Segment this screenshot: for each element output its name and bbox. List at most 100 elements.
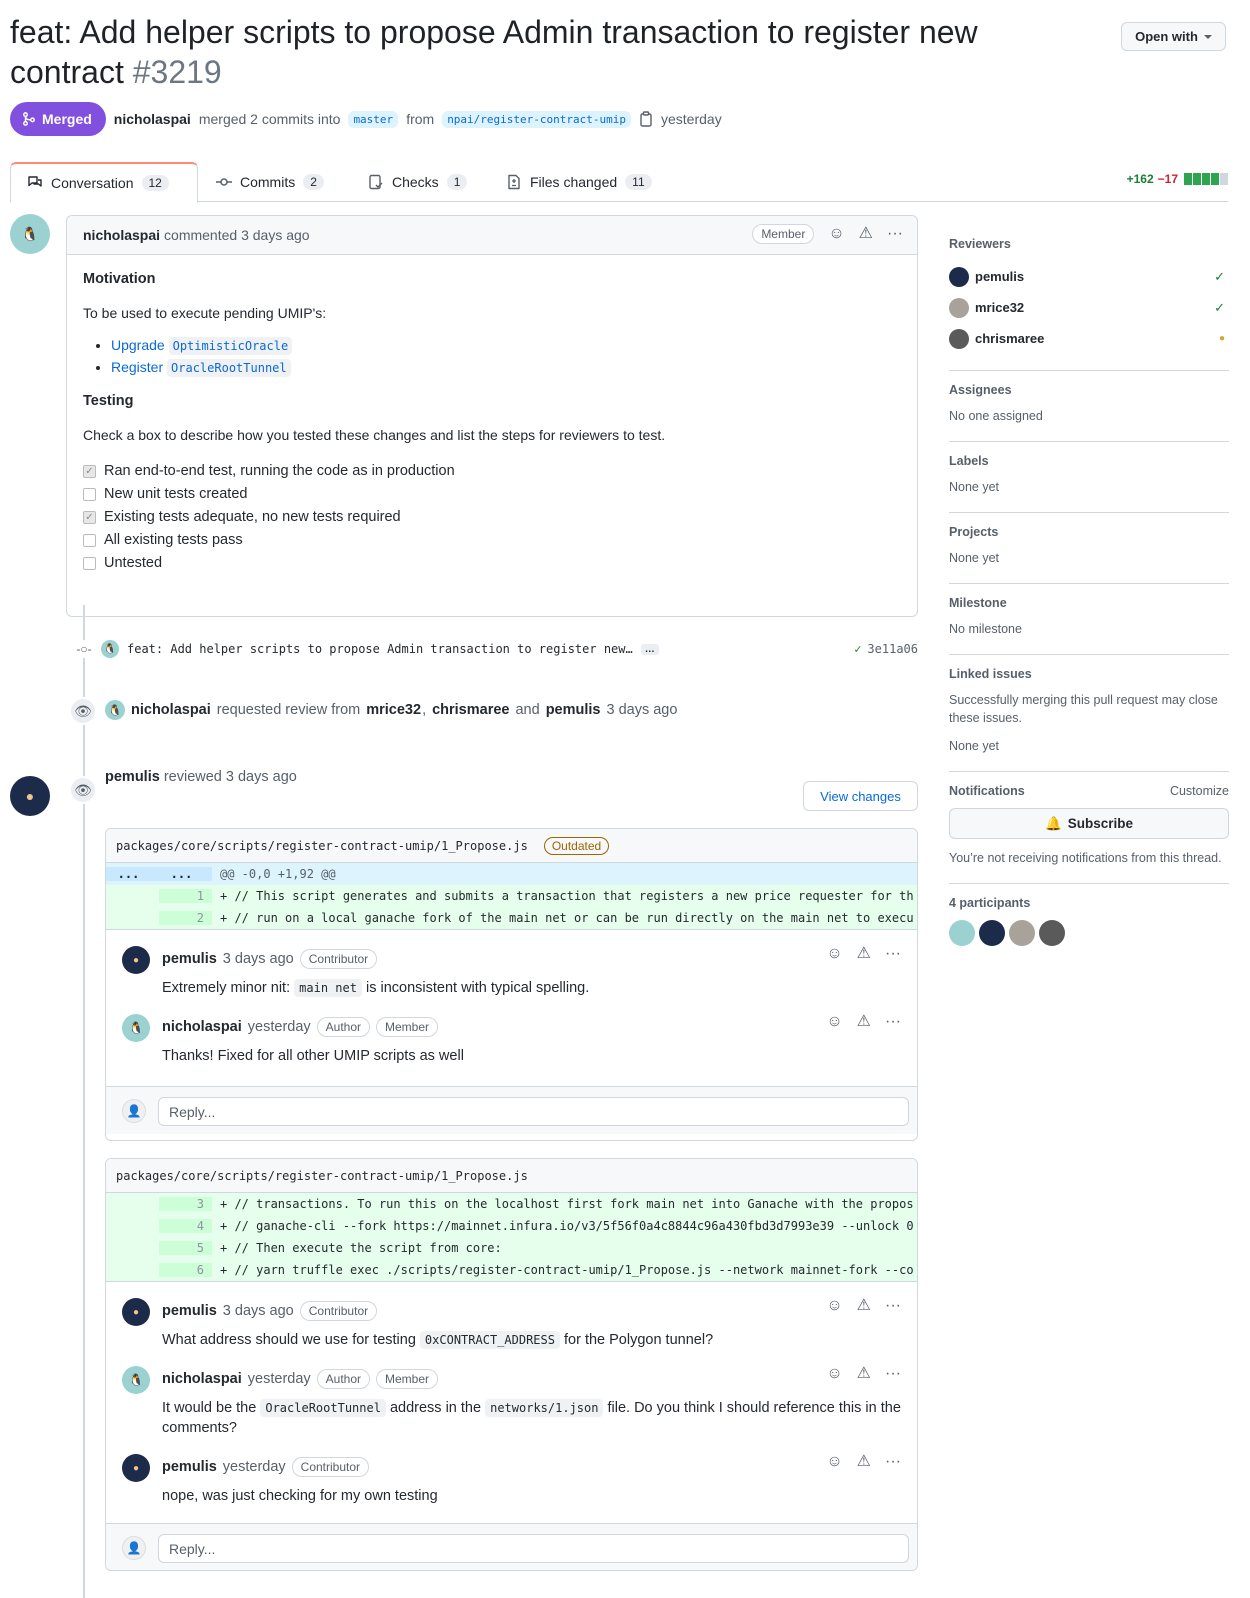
expand-up-button[interactable]: ... (106, 867, 159, 881)
file-path[interactable]: packages/core/scripts/register-contract-… (116, 1169, 528, 1183)
kebab-horizontal-icon[interactable]: ··· (887, 226, 903, 242)
line-number[interactable]: 1 (159, 889, 212, 903)
link-upgrade[interactable]: Upgrade (111, 337, 165, 353)
reviewer-link[interactable]: mrice32 (366, 702, 421, 718)
checkbox-checked[interactable]: ✓ (83, 510, 96, 524)
comment-author[interactable]: nicholaspai (162, 1371, 242, 1387)
tab-label: Commits (240, 174, 296, 190)
comment-author[interactable]: nicholaspai (83, 227, 160, 243)
alert-icon[interactable]: ⚠ (857, 1454, 871, 1470)
tab-conversation[interactable]: Conversation 12 (10, 162, 198, 203)
smiley-icon[interactable]: ☺ (826, 946, 842, 962)
line-number[interactable]: 5 (159, 1241, 212, 1255)
comment-author[interactable]: pemulis (162, 1303, 217, 1319)
avatar-pemulis[interactable]: ● (10, 776, 50, 816)
pr-author-link[interactable]: nicholaspai (114, 111, 191, 127)
avatar-pemulis[interactable]: ● (122, 1454, 150, 1482)
sidebar-heading[interactable]: Labels (949, 454, 1229, 468)
line-number[interactable]: 2 (159, 911, 212, 925)
expand-commit-button[interactable]: … (640, 643, 659, 655)
expand-down-button[interactable]: ... (159, 867, 212, 881)
alert-icon[interactable]: ⚠ (857, 1298, 871, 1314)
comment-actions: ☺ ⚠ ··· (826, 1014, 901, 1030)
alert-icon[interactable]: ⚠ (857, 1366, 871, 1382)
inline-code[interactable]: OptimisticOracle (168, 337, 293, 355)
alert-icon[interactable]: ⚠ (857, 946, 871, 962)
sidebar-heading[interactable]: Milestone (949, 596, 1229, 610)
avatar-nicholaspai[interactable]: 🐧 (10, 214, 50, 254)
reviewer-link[interactable]: pemulis (546, 702, 601, 718)
avatar-pemulis[interactable] (979, 920, 1005, 946)
reply-input[interactable]: Reply... (158, 1097, 909, 1126)
reviewer-item[interactable]: mrice32 ✓ (949, 292, 1229, 323)
link-register[interactable]: Register (111, 359, 163, 375)
inline-code[interactable]: OracleRootTunnel (167, 359, 291, 377)
reviewer-link[interactable]: chrismaree (432, 702, 509, 718)
sidebar-heading[interactable]: Reviewers (949, 237, 1229, 251)
sidebar-heading[interactable]: Assignees (949, 383, 1229, 397)
checkbox-unchecked[interactable] (83, 533, 96, 547)
smiley-icon[interactable]: ☺ (826, 1014, 842, 1030)
file-diff-icon (508, 174, 520, 190)
checklist-icon (369, 174, 383, 190)
kebab-horizontal-icon[interactable]: ··· (885, 1366, 901, 1382)
customize-link[interactable]: Customize (1170, 784, 1229, 798)
diff-code: + // This script generates and submits a… (220, 889, 914, 903)
eye-icon: 👁 (69, 776, 97, 804)
smiley-icon[interactable]: ☺ (826, 1454, 842, 1470)
labels-value: None yet (949, 480, 1000, 494)
avatar-nicholaspai[interactable] (949, 920, 975, 946)
kebab-horizontal-icon[interactable]: ··· (885, 1454, 901, 1470)
checkbox-unchecked[interactable] (83, 556, 96, 570)
avatar-nicholaspai[interactable]: 🐧 (122, 1014, 150, 1042)
file-path[interactable]: packages/core/scripts/register-contract-… (116, 839, 528, 853)
comment-actions: ☺ ⚠ ··· (826, 946, 901, 962)
reply-input[interactable]: Reply... (158, 1534, 909, 1563)
sidebar-heading[interactable]: Projects (949, 525, 1229, 539)
subscribe-button[interactable]: 🔔 Subscribe (949, 808, 1229, 839)
alert-icon[interactable]: ⚠ (857, 1014, 871, 1030)
avatar-pemulis[interactable]: ● (122, 946, 150, 974)
avatar-pemulis[interactable]: ● (122, 1298, 150, 1326)
avatar-glyph: 🐧 (103, 643, 117, 655)
avatar-nicholaspai[interactable]: 🐧 (122, 1366, 150, 1394)
inline-code: OracleRootTunnel (260, 1399, 386, 1417)
view-changes-button[interactable]: View changes (803, 781, 918, 811)
avatar-pemulis (949, 266, 969, 287)
comment-author[interactable]: pemulis (162, 951, 217, 967)
smiley-icon[interactable]: ☺ (826, 1366, 842, 1382)
kebab-horizontal-icon[interactable]: ··· (885, 1298, 901, 1314)
line-number[interactable]: 6 (159, 1263, 212, 1277)
event-author[interactable]: nicholaspai (131, 702, 211, 718)
sha-link[interactable]: 3e11a06 (867, 642, 918, 656)
avatar-chrismaree[interactable] (1039, 920, 1065, 946)
reviewer-item[interactable]: chrismaree ● (949, 323, 1229, 354)
tab-commits[interactable]: Commits 2 (200, 162, 340, 202)
line-number[interactable]: 4 (159, 1219, 212, 1233)
commit-message[interactable]: feat: Add helper scripts to propose Admi… (127, 642, 633, 656)
head-branch[interactable]: npai/register-contract-umip (442, 110, 631, 128)
comment-author[interactable]: nicholaspai (162, 1019, 242, 1035)
smiley-icon[interactable]: ☺ (828, 226, 844, 242)
reviewer-item[interactable]: pemulis ✓ (949, 261, 1229, 292)
review-author[interactable]: pemulis (105, 769, 160, 785)
checkbox-checked[interactable]: ✓ (83, 464, 96, 478)
line-number[interactable]: 3 (159, 1197, 212, 1211)
review-text: reviewed 3 days ago (163, 769, 297, 785)
smiley-icon[interactable]: ☺ (826, 1298, 842, 1314)
comment-author[interactable]: pemulis (162, 1459, 217, 1475)
kebab-horizontal-icon[interactable]: ··· (885, 1014, 901, 1030)
kebab-horizontal-icon[interactable]: ··· (885, 946, 901, 962)
checkbox-unchecked[interactable] (83, 487, 96, 501)
sidebar-heading[interactable]: Linked issues (949, 667, 1229, 681)
tab-checks[interactable]: Checks 1 (352, 162, 483, 202)
avatar-mrice32[interactable] (1009, 920, 1035, 946)
open-with-button[interactable]: Open with (1121, 22, 1226, 51)
base-branch[interactable]: master (348, 110, 399, 128)
avatar-nicholaspai[interactable]: 🐧 (101, 640, 119, 658)
comment-time: yesterday (247, 1371, 311, 1387)
avatar-nicholaspai[interactable]: 🐧 (105, 700, 125, 720)
tab-files-changed[interactable]: Files changed 11 (490, 162, 668, 202)
alert-icon[interactable]: ⚠ (859, 226, 873, 242)
copy-icon[interactable] (639, 111, 653, 127)
